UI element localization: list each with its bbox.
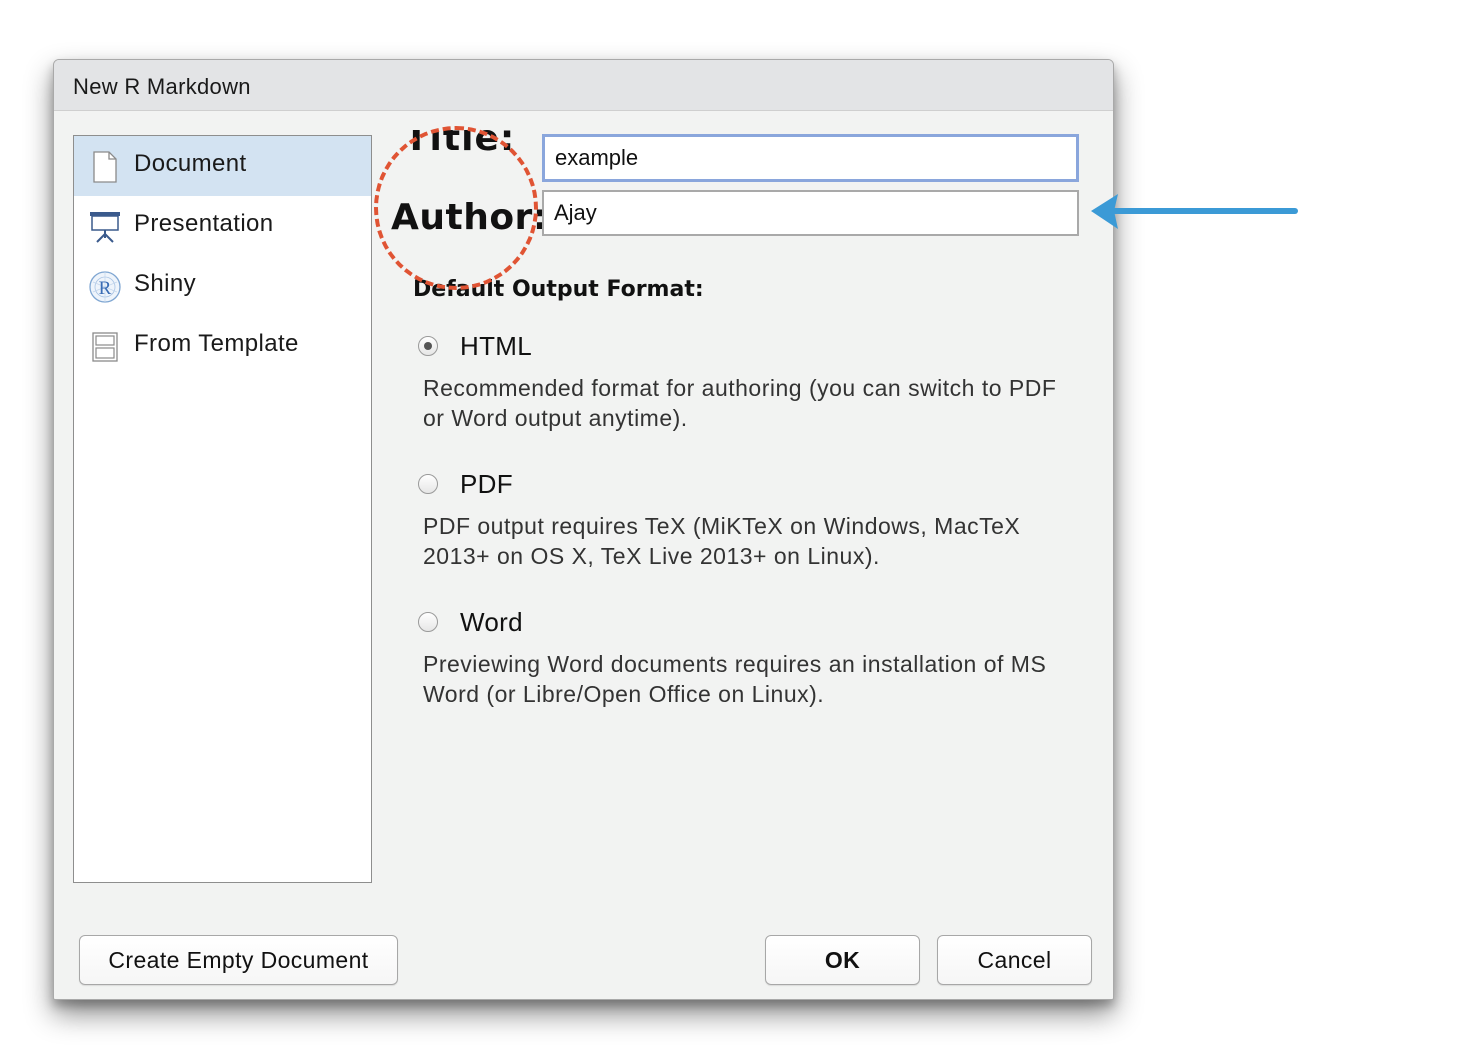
presentation-icon (90, 212, 120, 243)
sidebar-item-shiny[interactable]: R Shiny (74, 256, 371, 316)
dialog-title: New R Markdown (73, 74, 251, 99)
sidebar-item-presentation[interactable]: Presentation (74, 196, 371, 256)
shiny-r-icon: R (89, 271, 121, 303)
word-option-label[interactable]: Word (460, 607, 523, 638)
template-icon (92, 332, 118, 362)
ok-button[interactable]: OK (765, 935, 920, 985)
pdf-option-label[interactable]: PDF (460, 469, 513, 500)
radio-selected-dot (424, 342, 432, 350)
cancel-button[interactable]: Cancel (937, 935, 1092, 985)
html-description: Recommended format for authoring (you ca… (423, 375, 1057, 431)
word-radio[interactable] (418, 612, 438, 632)
sidebar-item-from-template[interactable]: From Template (74, 316, 371, 376)
html-option-label[interactable]: HTML (460, 331, 532, 362)
create-empty-document-button[interactable]: Create Empty Document (79, 935, 398, 985)
title-input[interactable] (542, 134, 1079, 182)
html-radio[interactable] (418, 336, 438, 356)
author-input[interactable] (542, 190, 1079, 236)
highlight-circle-annotation (374, 126, 538, 290)
sidebar-item-label: From Template (134, 330, 299, 357)
sidebar-item-label: Document (134, 150, 247, 177)
sidebar-item-document[interactable]: Document (74, 136, 371, 196)
new-r-markdown-dialog: New R Markdown Document Presentation R S… (53, 59, 1114, 1000)
document-icon (93, 151, 117, 183)
svg-text:R: R (99, 278, 112, 299)
arrow-annotation-icon (1091, 194, 1298, 229)
document-type-list: Document Presentation R Shiny From Templ… (73, 135, 372, 883)
pdf-description: PDF output requires TeX (MiKTeX on Windo… (423, 513, 1021, 569)
word-description: Previewing Word documents requires an in… (423, 651, 1047, 707)
sidebar-item-label: Shiny (134, 270, 197, 297)
dialog-titlebar: New R Markdown (54, 60, 1113, 111)
pdf-radio[interactable] (418, 474, 438, 494)
sidebar-item-label: Presentation (134, 210, 274, 237)
